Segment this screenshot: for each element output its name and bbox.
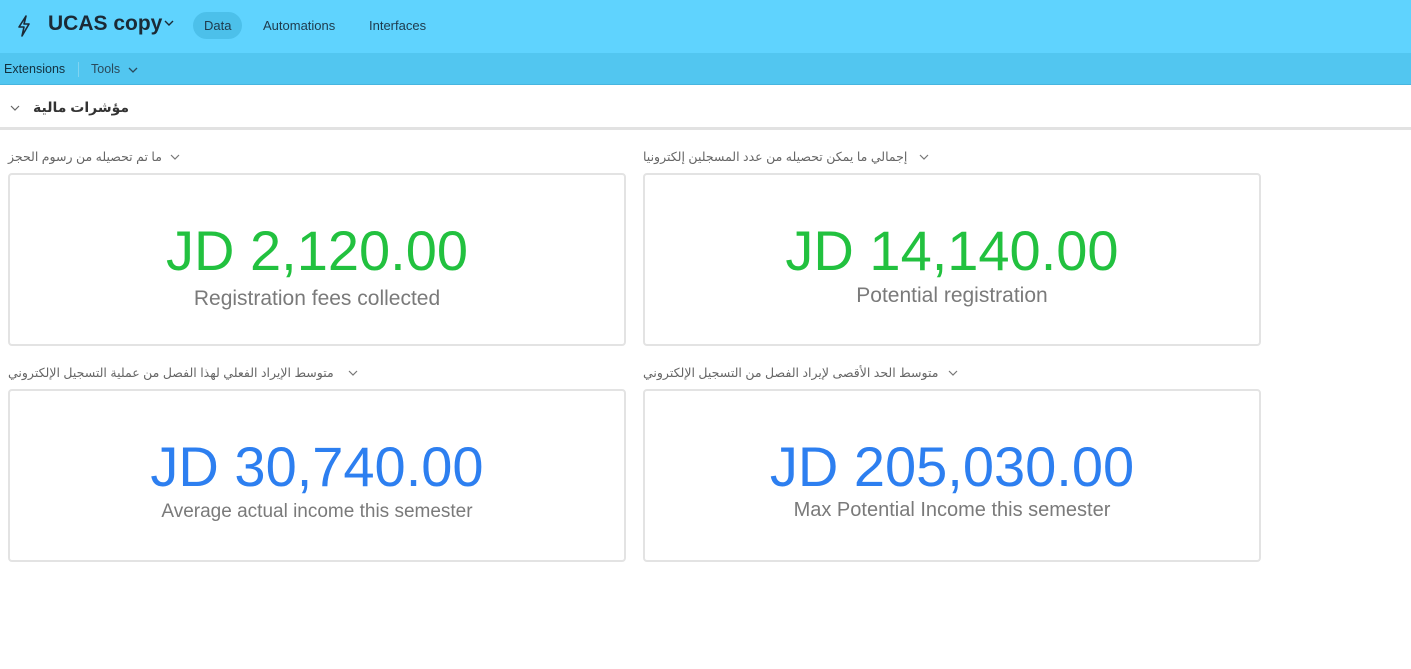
chevron-down-icon[interactable] [128,66,138,74]
top-bar: UCAS copy Data Automations Interfaces [0,0,1411,53]
chevron-down-icon[interactable] [10,104,20,112]
summary-card[interactable]: JD 2,120.00 Registration fees collected [8,173,626,346]
bolt-icon[interactable] [15,15,33,37]
card-label: متوسط الإيراد الفعلي لهذا الفصل من عملية… [8,366,334,380]
sub-toolbar: Extensions Tools [0,53,1411,85]
tab-automations[interactable]: Automations [252,12,346,39]
card-value: JD 30,740.00 [150,435,484,498]
card-label: متوسط الحد الأقصى لإيراد الفصل من التسجي… [643,366,939,380]
card-description: Registration fees collected [193,287,441,310]
extensions-button[interactable]: Extensions [4,62,65,76]
card-value: JD 2,120.00 [166,219,468,282]
card-description: Max Potential Income this semester [793,499,1111,521]
card-label: إجمالي ما يمكن تحصيله من عدد المسجلين إل… [643,150,908,164]
section-title: مؤشرات مالية [33,99,130,115]
chevron-down-icon[interactable] [919,153,929,161]
summary-card[interactable]: JD 14,140.00 Potential registration [643,173,1261,346]
card-value: JD 205,030.00 [769,435,1135,498]
card-description: Average actual income this semester [161,501,473,522]
card-value: JD 14,140.00 [785,219,1119,282]
summary-card[interactable]: JD 205,030.00 Max Potential Income this … [643,389,1261,562]
tools-menu-button[interactable]: Tools [91,62,120,76]
toolbar-divider [78,62,79,77]
section-header[interactable]: مؤشرات مالية [0,86,1411,130]
chevron-down-icon[interactable] [948,369,958,377]
tab-data[interactable]: Data [193,12,243,39]
card-label: ما تم تحصيله من رسوم الحجز [8,150,162,164]
chevron-down-icon[interactable] [170,153,180,161]
tab-interfaces[interactable]: Interfaces [358,12,437,39]
summary-card[interactable]: JD 30,740.00 Average actual income this … [8,389,626,562]
base-name[interactable]: UCAS copy [48,12,162,36]
chevron-down-icon[interactable] [163,18,175,28]
card-description: Potential registration [856,284,1048,307]
chevron-down-icon[interactable] [348,369,358,377]
